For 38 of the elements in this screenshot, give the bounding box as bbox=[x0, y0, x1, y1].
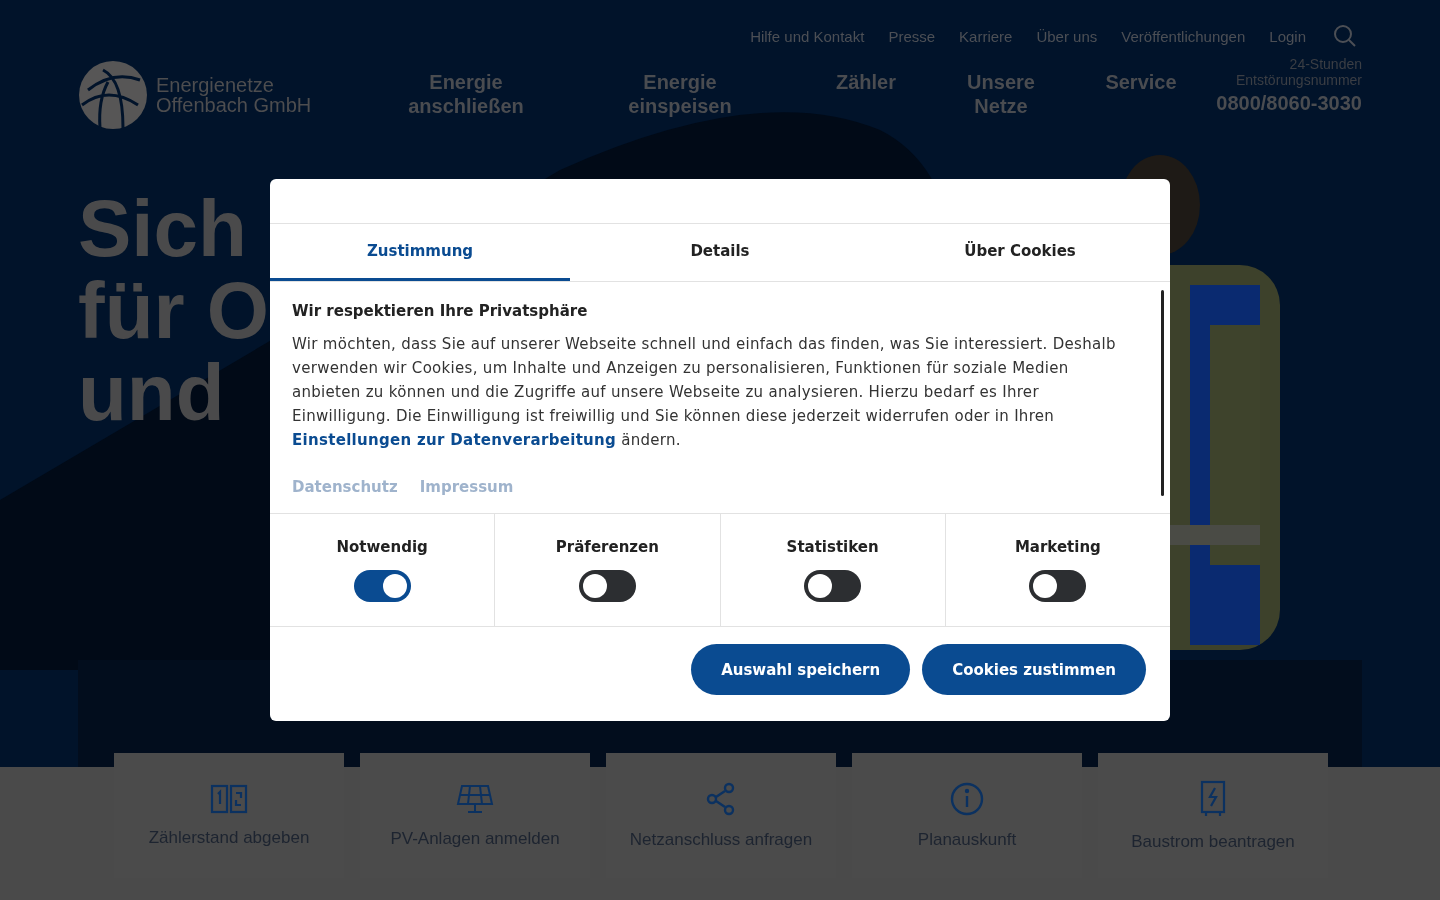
solar-panel-icon bbox=[456, 782, 494, 815]
consent-toggle[interactable] bbox=[804, 570, 862, 602]
main-nav-item[interactable]: Energie einspeisen bbox=[554, 70, 806, 118]
consent-label: Notwendig bbox=[336, 538, 428, 556]
consent-label: Marketing bbox=[1014, 538, 1101, 556]
top-nav-link[interactable]: Über uns bbox=[1036, 27, 1098, 45]
consent-label: Statistiken bbox=[786, 538, 879, 556]
top-nav-link[interactable]: Veröffentlichungen bbox=[1121, 27, 1246, 45]
dialog-heading: Wir respektieren Ihre Privatsphäre bbox=[292, 302, 589, 320]
hotline-number[interactable]: 0800/8060-3030 bbox=[1216, 92, 1362, 115]
main-nav-item[interactable]: Service bbox=[1076, 70, 1206, 118]
settings-link[interactable]: Einstellungen zur Datenverarbeitung bbox=[292, 431, 617, 449]
hero-heading: und bbox=[78, 352, 225, 434]
hero-heading: Sich bbox=[78, 188, 247, 270]
footer-link[interactable]: Datenschutz bbox=[292, 478, 398, 496]
info-icon bbox=[950, 781, 984, 816]
consent-toggle[interactable] bbox=[353, 570, 411, 602]
top-nav-link[interactable]: Login bbox=[1269, 27, 1306, 45]
power-box-icon bbox=[1200, 779, 1226, 818]
main-nav-item[interactable]: Energie anschließen bbox=[378, 70, 554, 118]
company-name[interactable]: Energienetze Offenbach GmbH bbox=[156, 75, 312, 115]
consent-toggle[interactable] bbox=[578, 570, 636, 602]
top-nav-link[interactable]: Hilfe und Kontakt bbox=[750, 27, 865, 45]
consent-label: Präferenzen bbox=[555, 538, 659, 556]
globe-logo-icon[interactable] bbox=[78, 60, 148, 130]
footer-link[interactable]: Impressum bbox=[419, 478, 514, 496]
hotline-label: 24-Stunden Entstörungsnummer bbox=[1234, 56, 1362, 88]
top-nav-link[interactable]: Karriere bbox=[959, 27, 1013, 45]
meter-icon bbox=[210, 783, 248, 814]
top-nav-link[interactable]: Presse bbox=[888, 27, 936, 45]
dialog-button[interactable]: Auswahl speichern bbox=[691, 644, 911, 695]
consent-toggle[interactable] bbox=[1029, 570, 1087, 602]
hero-heading: für O bbox=[78, 270, 270, 352]
dialog-button[interactable]: Cookies zustimmen bbox=[922, 644, 1146, 695]
consent-text: Wir möchten, dass Sie auf unserer Webseite schnell und einfach das finden, was Sie interessiert. Deshalb verwenden wir Cookies, um Inhalte und Anzeigen zu personalisieren, Funktionen für soziale Medien anbieten zu können und die Zugriffe auf unsere Webseite zu analysieren. Hierzu bedarf es Ihrer Einwilligung. Die Einwilligung ist freiwillig und Sie können diese jederzeit widerrufen oder in Ihren Einstellungen zur Datenverarbeitung ändern. bbox=[292, 334, 1117, 451]
main-nav-item[interactable]: Unsere Netze bbox=[926, 70, 1076, 118]
share-icon bbox=[705, 781, 737, 816]
main-nav-item[interactable]: Zähler bbox=[806, 70, 926, 118]
